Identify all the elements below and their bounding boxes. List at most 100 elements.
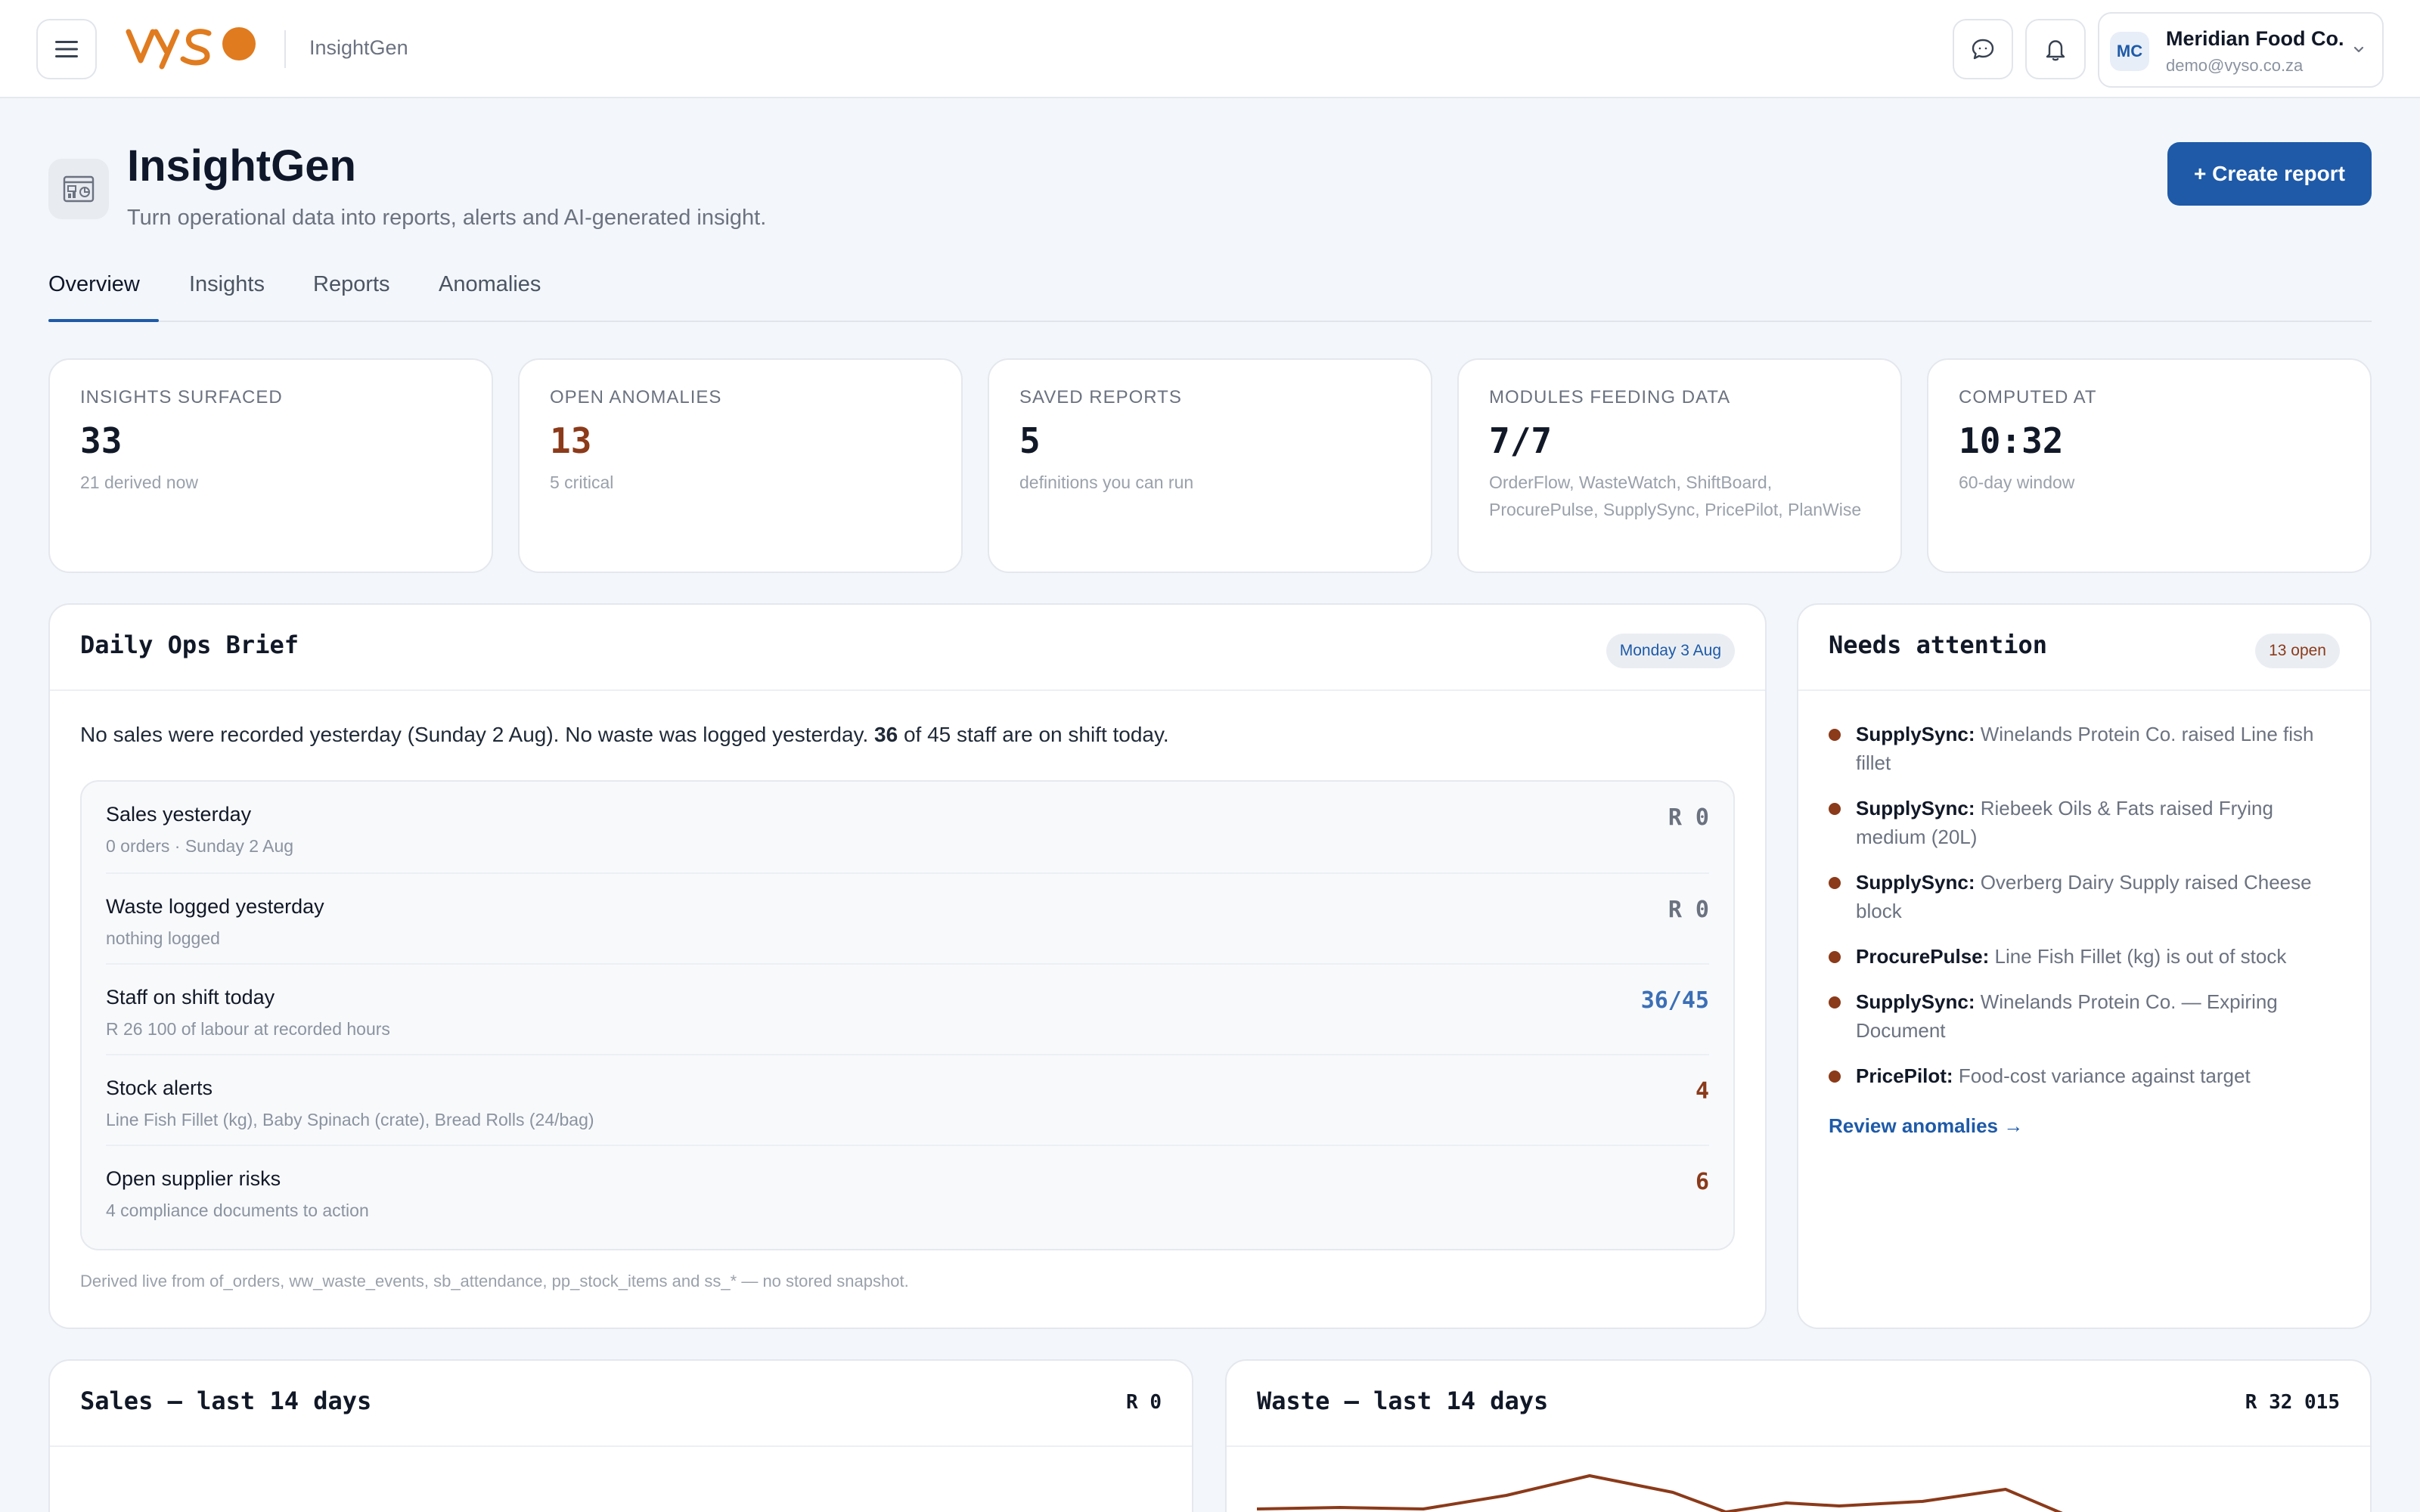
stat-value: 5	[1019, 420, 1041, 461]
brief-row-waste: Waste logged yesterday nothing logged R …	[106, 872, 1709, 963]
brief-row-stock: Stock alerts Line Fish Fillet (kg), Baby…	[106, 1054, 1709, 1145]
row-sub: 4 compliance documents to action	[106, 1201, 369, 1220]
brief-row-staff: Staff on shift today R 26 100 of labour …	[106, 963, 1709, 1054]
panel-title: Daily Ops Brief	[80, 631, 299, 659]
panel-header: Needs attention 13 open	[1798, 605, 2370, 691]
brief-footnote: Derived live from of_orders, ww_waste_ev…	[80, 1272, 909, 1290]
review-anomalies-link[interactable]: Review anomalies →	[1829, 1114, 2023, 1138]
top-bar: InsightGen MC Meridian Food Co. demo@vys…	[0, 0, 2420, 98]
tab-overview[interactable]: Overview	[48, 272, 140, 322]
row-sub: nothing logged	[106, 928, 220, 948]
stat-value: 10:32	[1959, 420, 2064, 461]
stat-value: 7/7	[1489, 420, 1553, 461]
chevron-down-icon	[2353, 46, 2364, 53]
logo-divider	[284, 30, 286, 68]
stat-label: INSIGHTS SURFACED	[80, 387, 283, 407]
notifications-button[interactable]	[2025, 19, 2086, 79]
row-title: Stock alerts	[106, 1077, 213, 1099]
report-icon	[63, 175, 95, 203]
row-value: R 0	[1668, 804, 1709, 831]
panel-title: Waste — last 14 days	[1257, 1387, 1549, 1415]
stat-label: SAVED REPORTS	[1019, 387, 1182, 407]
brief-summary: No sales were recorded yesterday (Sunday…	[80, 723, 1169, 746]
active-tab-indicator	[48, 319, 159, 322]
row-sub: 0 orders · Sunday 2 Aug	[106, 836, 294, 856]
bullet-dot	[1829, 877, 1841, 889]
count-pill: 13 open	[2255, 634, 2340, 668]
waste-total: R 32 015	[2245, 1391, 2340, 1414]
brief-row-sales: Sales yesterday 0 orders · Sunday 2 Aug …	[106, 782, 1709, 872]
page-subtitle: Turn operational data into reports, aler…	[127, 206, 767, 230]
brief-metrics: Sales yesterday 0 orders · Sunday 2 Aug …	[80, 780, 1735, 1250]
avatar: MC	[2110, 32, 2149, 71]
attention-item[interactable]: SupplySync: Overberg Dairy Supply raised…	[1829, 868, 2343, 925]
page-icon	[48, 159, 109, 219]
tab-anomalies[interactable]: Anomalies	[439, 272, 541, 322]
stat-sub: definitions you can run	[1019, 472, 1194, 492]
tab-reports[interactable]: Reports	[313, 272, 390, 322]
chat-icon	[1972, 39, 1994, 60]
brief-row-supplier-risks: Open supplier risks 4 compliance documen…	[106, 1145, 1709, 1235]
stat-label: COMPUTED AT	[1959, 387, 2097, 407]
panel-title: Needs attention	[1829, 631, 2047, 659]
waste-chart-panel: Waste — last 14 days R 32 015	[1225, 1359, 2372, 1512]
menu-icon	[55, 41, 78, 57]
row-value: 4	[1695, 1078, 1709, 1105]
bullet-dot	[1829, 996, 1841, 1009]
create-report-button[interactable]: + Create report	[2167, 142, 2372, 206]
stat-sub: 5 critical	[550, 472, 614, 492]
attention-list: SupplySync: Winelands Protein Co. raised…	[1829, 720, 2343, 1107]
row-value: R 0	[1668, 897, 1709, 923]
panel-header: Daily Ops Brief Monday 3 Aug	[50, 605, 1765, 691]
account-email: demo@vyso.co.za	[2166, 56, 2304, 75]
stat-card-reports: SAVED REPORTS 5 definitions you can run	[988, 358, 1432, 573]
bullet-dot	[1829, 1070, 1841, 1083]
bullet-dot	[1829, 803, 1841, 815]
bullet-dot	[1829, 729, 1841, 741]
stat-value: 33	[80, 420, 123, 461]
app-name: InsightGen	[309, 36, 408, 59]
sales-chart-panel: Sales — last 14 days R 0	[48, 1359, 1193, 1512]
date-pill: Monday 3 Aug	[1606, 634, 1735, 668]
attention-item[interactable]: PricePilot: Food-cost variance against t…	[1829, 1061, 2343, 1090]
stat-card-insights: INSIGHTS SURFACED 33 21 derived now	[48, 358, 493, 573]
sales-total: R 0	[1126, 1391, 1162, 1414]
row-title: Waste logged yesterday	[106, 895, 324, 918]
needs-attention-panel: Needs attention 13 open SupplySync: Wine…	[1797, 603, 2372, 1329]
row-title: Open supplier risks	[106, 1167, 281, 1190]
stat-sub: 21 derived now	[80, 472, 198, 492]
panel-header: Sales — last 14 days R 0	[50, 1361, 1192, 1447]
tab-insights[interactable]: Insights	[189, 272, 265, 322]
stat-card-anomalies: OPEN ANOMALIES 13 5 critical	[518, 358, 963, 573]
stat-card-computed: COMPUTED AT 10:32 60-day window	[1927, 358, 2372, 573]
account-name: Meridian Food Co.	[2166, 27, 2344, 50]
row-title: Sales yesterday	[106, 803, 252, 826]
daily-ops-brief-panel: Daily Ops Brief Monday 3 Aug No sales we…	[48, 603, 1767, 1329]
row-sub: Line Fish Fillet (kg), Baby Spinach (cra…	[106, 1110, 594, 1129]
attention-item[interactable]: SupplySync: Winelands Protein Co. raised…	[1829, 720, 2343, 777]
menu-button[interactable]	[36, 19, 97, 79]
stat-sub: 60-day window	[1959, 472, 2075, 492]
waste-sparkline	[1257, 1474, 2063, 1512]
stat-sub: OrderFlow, WasteWatch, ShiftBoard, Procu…	[1489, 472, 1862, 519]
bullet-dot	[1829, 951, 1841, 963]
row-sub: R 26 100 of labour at recorded hours	[106, 1019, 390, 1039]
attention-item[interactable]: ProcurePulse: Line Fish Fillet (kg) is o…	[1829, 942, 2343, 971]
stat-card-modules: MODULES FEEDING DATA 7/7 OrderFlow, Wast…	[1457, 358, 1902, 573]
account-switcher[interactable]: MC Meridian Food Co. demo@vyso.co.za	[2098, 12, 2384, 88]
attention-item[interactable]: SupplySync: Winelands Protein Co. — Expi…	[1829, 987, 2343, 1045]
vyso-logo[interactable]	[126, 20, 259, 73]
page-title: InsightGen	[127, 141, 356, 191]
tab-bar: Overview Insights Reports Anomalies	[48, 272, 2372, 322]
panel-title: Sales — last 14 days	[80, 1387, 372, 1415]
stat-label: MODULES FEEDING DATA	[1489, 387, 1731, 407]
stat-value: 13	[550, 420, 592, 461]
row-title: Staff on shift today	[106, 986, 275, 1009]
stat-label: OPEN ANOMALIES	[550, 387, 722, 407]
chat-button[interactable]	[1953, 19, 2013, 79]
panel-header: Waste — last 14 days R 32 015	[1227, 1361, 2370, 1447]
attention-item[interactable]: SupplySync: Riebeek Oils & Fats raised F…	[1829, 794, 2343, 851]
row-value: 6	[1695, 1169, 1709, 1195]
bell-icon	[2046, 40, 2065, 61]
row-value: 36/45	[1640, 987, 1709, 1014]
